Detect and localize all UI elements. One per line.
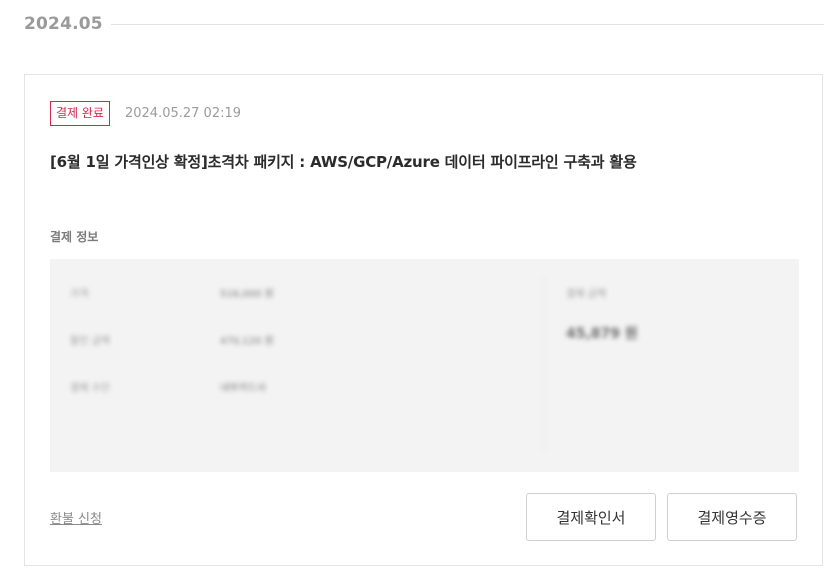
status-badge: 결제 완료 — [50, 101, 110, 126]
payment-row-key: 결제 수단 — [70, 383, 110, 394]
payment-row-key: 할인 금액 — [70, 336, 110, 347]
payment-receipt-button[interactable]: 결제영수증 — [667, 493, 797, 541]
month-label: 2024.05 — [24, 14, 103, 34]
refund-link[interactable]: 환불 신청 — [50, 508, 102, 527]
payment-row-price: 가격 516,000 원 — [70, 285, 274, 300]
total-label: 결제 금액 — [566, 289, 606, 300]
status-row: 결제 완료 2024.05.27 02:19 — [50, 101, 241, 126]
payment-divider — [544, 279, 545, 451]
payment-confirmation-button[interactable]: 결제확인서 — [526, 493, 656, 541]
payment-row-method: 결제 수단 내부카드사 — [70, 379, 266, 394]
payment-row-value: 내부카드사 — [220, 383, 266, 394]
order-date: 2024.05.27 02:19 — [124, 106, 242, 121]
payment-row-discount: 할인 금액 470,120 원 — [70, 332, 274, 347]
month-divider — [110, 23, 824, 25]
payment-info-box: 가격 516,000 원 할인 금액 470,120 원 결제 수단 내부카드사… — [50, 259, 799, 472]
order-card: 결제 완료 2024.05.27 02:19 [6월 1일 가격인상 확정]초격… — [24, 74, 823, 566]
payment-row-value: 516,000 원 — [220, 289, 274, 300]
payment-row-key: 가격 — [70, 289, 89, 300]
month-header: 2024.05 — [24, 12, 824, 36]
total-value: 45,879 원 — [566, 326, 638, 342]
payment-section-title: 결제 정보 — [50, 230, 99, 244]
payment-row-value: 470,120 원 — [220, 336, 274, 347]
product-title: [6월 1일 가격인상 확정]초격차 패키지 : AWS/GCP/Azure 데… — [50, 153, 637, 171]
